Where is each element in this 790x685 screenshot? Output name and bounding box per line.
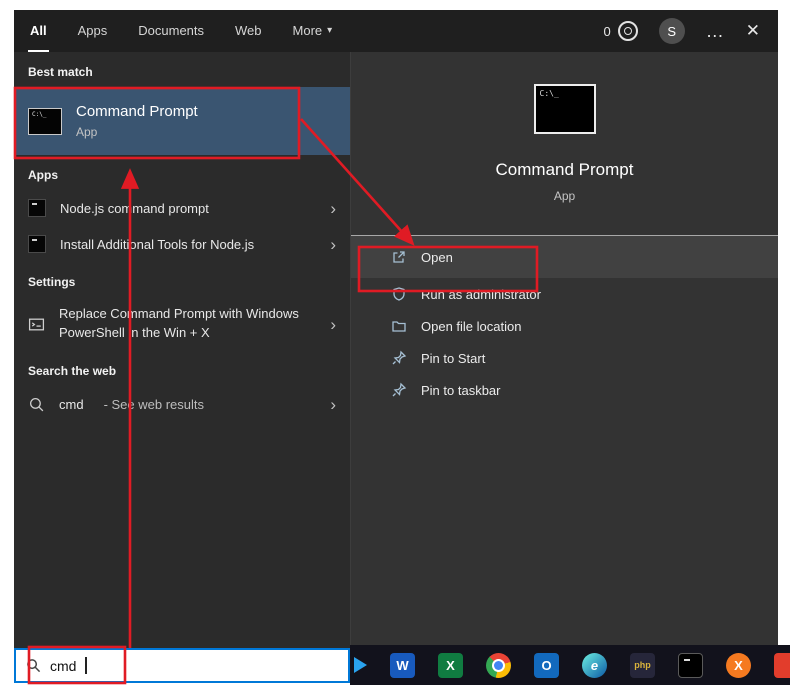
- result-title: Replace Command Prompt with Windows Powe…: [59, 306, 299, 340]
- outlook-icon[interactable]: O: [534, 652, 559, 678]
- chevron-right-icon[interactable]: ›: [330, 316, 336, 333]
- tab-more[interactable]: More ▾: [291, 10, 335, 52]
- pin-icon: [391, 350, 407, 366]
- action-label: Open file location: [421, 318, 522, 334]
- cmd-glyph: C:\_: [32, 110, 47, 118]
- tab-all[interactable]: All: [28, 10, 49, 52]
- action-pin-to-taskbar[interactable]: Pin to taskbar: [351, 374, 778, 406]
- web-query: cmd: [59, 396, 84, 412]
- word-icon[interactable]: W: [390, 652, 415, 678]
- result-replace-cmd-setting[interactable]: Replace Command Prompt with Windows Powe…: [14, 297, 350, 351]
- terminal-icon: [28, 199, 46, 217]
- search-icon: [28, 396, 45, 413]
- cmd-glyph: C:\_: [539, 89, 559, 98]
- shield-icon: [391, 286, 407, 302]
- partial-app-icon[interactable]: [774, 652, 790, 678]
- text-caret: [85, 657, 88, 674]
- chrome-icon[interactable]: [486, 652, 511, 678]
- search-input[interactable]: cmd: [14, 648, 350, 683]
- action-open[interactable]: Open: [351, 236, 778, 278]
- result-install-node-tools[interactable]: Install Additional Tools for Node.js ›: [14, 226, 350, 262]
- tab-documents[interactable]: Documents: [136, 10, 206, 52]
- settings-window-icon: [28, 316, 45, 333]
- chevron-right-icon[interactable]: ›: [330, 396, 336, 413]
- action-open-file-location[interactable]: Open file location: [351, 310, 778, 342]
- tab-web[interactable]: Web: [233, 10, 264, 52]
- settings-section-label: Settings: [28, 275, 76, 289]
- open-icon: [391, 249, 407, 265]
- excel-icon[interactable]: X: [438, 652, 463, 678]
- result-nodejs-command-prompt[interactable]: Node.js command prompt ›: [14, 190, 350, 226]
- preview-subtitle: App: [553, 189, 576, 203]
- filter-tabs: All Apps Documents Web More ▾: [28, 10, 334, 52]
- best-match-title: Command Prompt: [76, 103, 198, 120]
- rewards-count: 0: [603, 23, 611, 39]
- action-run-as-administrator[interactable]: Run as administrator: [351, 278, 778, 310]
- chrome-icon-core: [494, 660, 503, 670]
- command-prompt-icon-large: C:\_: [533, 84, 596, 134]
- action-pin-to-start[interactable]: Pin to Start: [351, 342, 778, 374]
- chevron-right-icon[interactable]: ›: [330, 236, 336, 253]
- edge-icon[interactable]: e: [582, 652, 607, 678]
- xampp-icon[interactable]: X: [726, 652, 751, 678]
- result-title: Node.js command prompt: [60, 200, 209, 216]
- folder-icon: [391, 318, 407, 334]
- rewards-indicator[interactable]: 0: [604, 21, 638, 41]
- preview-title: Command Prompt: [495, 160, 634, 179]
- best-match-subtitle: App: [76, 125, 98, 139]
- tab-more-label: More: [292, 22, 323, 38]
- action-label: Open: [421, 249, 453, 265]
- show-hidden-icons-icon[interactable]: [354, 657, 367, 673]
- rewards-icon: [617, 21, 638, 41]
- close-icon[interactable]: ✕: [746, 21, 760, 41]
- search-results-panel: Best match C:\_ Command Prompt App Apps …: [14, 52, 350, 648]
- command-prompt-icon: C:\_: [28, 107, 62, 135]
- avatar[interactable]: S: [658, 18, 685, 44]
- command-prompt-taskbar-icon[interactable]: [678, 652, 703, 678]
- more-options-icon[interactable]: …: [706, 22, 725, 40]
- search-header: All Apps Documents Web More ▾ 0 S … ✕: [14, 10, 778, 52]
- web-suffix: - See web results: [103, 396, 204, 412]
- search-icon: [26, 658, 41, 673]
- action-label: Run as administrator: [421, 286, 541, 302]
- search-input-value: cmd: [50, 657, 77, 674]
- action-label: Pin to Start: [421, 350, 486, 366]
- result-title: Install Additional Tools for Node.js: [60, 236, 255, 252]
- preview-panel: C:\_ Command Prompt App Open Run as admi…: [350, 52, 778, 645]
- chevron-right-icon[interactable]: ›: [330, 200, 336, 217]
- chrome-icon-inner: [492, 658, 505, 672]
- taskbar: W X O e php X: [350, 645, 790, 685]
- best-match-item[interactable]: C:\_ Command Prompt App: [14, 87, 350, 155]
- php-icon[interactable]: php: [630, 652, 655, 678]
- preview-hero: C:\_ Command Prompt App: [351, 84, 778, 203]
- result-web-search[interactable]: cmd - See web results ›: [14, 386, 350, 422]
- tab-apps[interactable]: Apps: [76, 10, 110, 52]
- header-right: 0 S … ✕: [604, 10, 778, 52]
- apps-section-label: Apps: [28, 168, 58, 182]
- web-section-label: Search the web: [28, 364, 117, 378]
- pin-icon: [391, 382, 407, 398]
- best-match-label: Best match: [28, 65, 93, 79]
- best-match-text: Command Prompt App: [76, 103, 198, 139]
- terminal-icon: [28, 235, 46, 253]
- screenshot-canvas: All Apps Documents Web More ▾ 0 S … ✕ Be…: [0, 0, 790, 685]
- chevron-down-icon: ▾: [327, 24, 333, 36]
- action-label: Pin to taskbar: [421, 382, 501, 398]
